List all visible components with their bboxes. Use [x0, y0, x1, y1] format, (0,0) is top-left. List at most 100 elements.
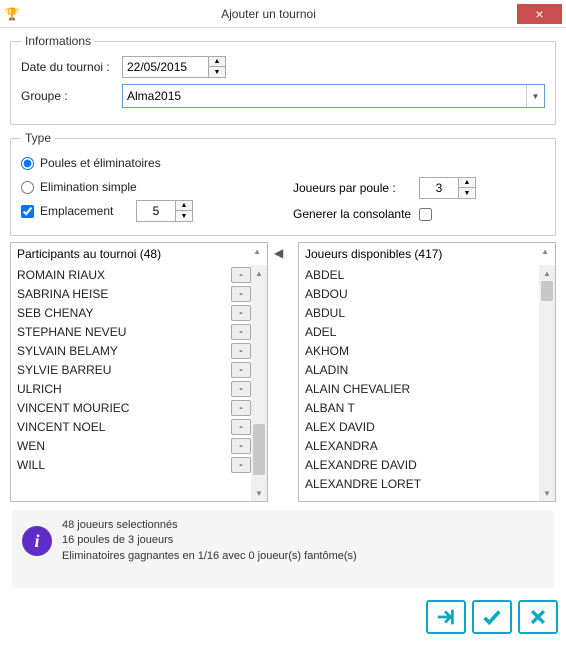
radio-elimination[interactable]	[21, 181, 34, 194]
list-item[interactable]: STEPHANE NEVEU-	[17, 322, 251, 341]
remove-button[interactable]: -	[231, 400, 251, 416]
players-per-pool-value[interactable]	[420, 178, 458, 198]
participants-header: Participants au tournoi (48)	[17, 247, 161, 261]
scroll-up-icon[interactable]: ▲	[251, 265, 267, 281]
list-item[interactable]: AKHOM	[305, 341, 539, 360]
list-item[interactable]: ALEX DAVID	[305, 417, 539, 436]
radio-poules-row[interactable]: Poules et éliminatoires	[21, 153, 273, 173]
participant-name: SABRINA HEISE	[17, 287, 231, 301]
chevron-down-icon[interactable]: ▼	[526, 85, 544, 107]
list-item[interactable]: ALAIN CHEVALIER	[305, 379, 539, 398]
list-item[interactable]: SEB CHENAY-	[17, 303, 251, 322]
check-icon	[481, 606, 503, 628]
list-item[interactable]: ALEXANDRE LORET	[305, 474, 539, 493]
scroll-down-icon[interactable]: ▼	[251, 485, 267, 501]
list-item[interactable]: WEN-	[17, 436, 251, 455]
remove-button[interactable]: -	[231, 381, 251, 397]
chevron-up-icon[interactable]: ▲	[253, 247, 261, 261]
available-panel: Joueurs disponibles (417) ▲ ABDELABDOUAB…	[298, 242, 556, 502]
ppp-down-icon[interactable]: ▼	[459, 188, 475, 198]
close-button[interactable]: ×	[517, 4, 562, 24]
list-item[interactable]: ROMAIN RIAUX-	[17, 265, 251, 284]
participant-name: ROMAIN RIAUX	[17, 268, 231, 282]
available-header: Joueurs disponibles (417)	[305, 247, 442, 261]
participant-name: VINCENT NOEL	[17, 420, 231, 434]
cancel-button[interactable]	[518, 600, 558, 634]
list-item[interactable]: ULRICH-	[17, 379, 251, 398]
scroll-up-icon[interactable]: ▲	[539, 265, 555, 281]
check-generate-consolation[interactable]	[419, 208, 432, 221]
list-item[interactable]: VINCENT MOURIEC-	[17, 398, 251, 417]
check-emplacement[interactable]	[21, 205, 34, 218]
available-list[interactable]: ABDEL ABDOU ABDULADELAKHOMALADIN ALAIN CHEV…	[299, 265, 555, 501]
date-down-icon[interactable]: ▼	[209, 67, 225, 77]
players-per-pool-label: Joueurs par poule :	[293, 181, 413, 195]
emplacement-value[interactable]	[137, 201, 175, 221]
date-input[interactable]	[123, 57, 208, 77]
available-name: ALEXANDRA	[305, 439, 539, 453]
list-item[interactable]: SYLVAIN BELAMY-	[17, 341, 251, 360]
radio-elim-row[interactable]: Elimination simple	[21, 177, 273, 197]
list-item[interactable]: SABRINA HEISE-	[17, 284, 251, 303]
close-icon	[528, 607, 548, 627]
remove-button[interactable]: -	[231, 419, 251, 435]
remove-button[interactable]: -	[231, 438, 251, 454]
participant-name: ULRICH	[17, 382, 231, 396]
remove-button[interactable]: -	[231, 343, 251, 359]
dialog-footer	[0, 594, 566, 642]
import-button[interactable]	[426, 600, 466, 634]
players-per-pool-stepper[interactable]: ▲ ▼	[419, 177, 476, 199]
radio-poules-label: Poules et éliminatoires	[40, 156, 161, 170]
date-up-icon[interactable]: ▲	[209, 57, 225, 67]
list-item[interactable]: ALBAN T	[305, 398, 539, 417]
participant-name: WEN	[17, 439, 231, 453]
remove-button[interactable]: -	[231, 305, 251, 321]
participant-name: SEB CHENAY	[17, 306, 231, 320]
info-box: i 48 joueurs selectionnés 16 poules de 3…	[12, 510, 554, 588]
window-title: Ajouter un tournoi	[20, 7, 517, 21]
trophy-icon: 🏆	[4, 6, 20, 22]
type-group: Type Poules et éliminatoires Elimination…	[10, 131, 556, 236]
remove-button[interactable]: -	[231, 324, 251, 340]
emplacement-up-icon[interactable]: ▲	[176, 201, 192, 211]
list-item[interactable]: ADEL	[305, 322, 539, 341]
list-item[interactable]: ABDEL	[305, 265, 539, 284]
list-item[interactable]: ALEXANDRA	[305, 436, 539, 455]
transfer-left-button[interactable]: ◀	[274, 246, 283, 260]
list-item[interactable]: VINCENT NOEL-	[17, 417, 251, 436]
available-name: ALEXANDRE DAVID	[305, 458, 539, 472]
available-name: ALAIN CHEVALIER	[305, 382, 539, 396]
ok-button[interactable]	[472, 600, 512, 634]
emplacement-down-icon[interactable]: ▼	[176, 211, 192, 221]
available-name: ABDOU	[305, 287, 539, 301]
participants-list[interactable]: ROMAIN RIAUX-SABRINA HEISE-SEB CHENAY-ST…	[11, 265, 267, 501]
ppp-up-icon[interactable]: ▲	[459, 178, 475, 188]
participants-scrollbar[interactable]: ▲ ▼	[251, 265, 267, 501]
date-field[interactable]: ▲ ▼	[122, 56, 226, 78]
group-input[interactable]	[123, 85, 526, 107]
list-item[interactable]: WILL-	[17, 455, 251, 474]
list-item[interactable]: SYLVIE BARREU-	[17, 360, 251, 379]
chevron-up-icon[interactable]: ▲	[541, 247, 549, 261]
radio-poules[interactable]	[21, 157, 34, 170]
info-line-2: 16 poules de 3 joueurs	[62, 533, 357, 548]
remove-button[interactable]: -	[231, 286, 251, 302]
scroll-down-icon[interactable]: ▼	[539, 485, 555, 501]
list-item[interactable]: ALEXANDRE DAVID	[305, 455, 539, 474]
date-label: Date du tournoi :	[21, 60, 116, 74]
emplacement-row: Emplacement ▲ ▼	[21, 201, 273, 221]
emplacement-stepper[interactable]: ▲ ▼	[136, 200, 193, 222]
generate-consolation-label: Generer la consolante	[293, 207, 413, 221]
list-item[interactable]: ABDOU	[305, 284, 539, 303]
participant-name: VINCENT MOURIEC	[17, 401, 231, 415]
informations-group: Informations Date du tournoi : ▲ ▼ Group…	[10, 34, 556, 125]
remove-button[interactable]: -	[231, 457, 251, 473]
remove-button[interactable]: -	[231, 362, 251, 378]
emplacement-label: Emplacement	[40, 204, 130, 218]
remove-button[interactable]: -	[231, 267, 251, 283]
list-item[interactable]: ALADIN	[305, 360, 539, 379]
list-item[interactable]: ABDUL	[305, 303, 539, 322]
participant-name: WILL	[17, 458, 231, 472]
available-scrollbar[interactable]: ▲ ▼	[539, 265, 555, 501]
group-combo[interactable]: ▼	[122, 84, 545, 108]
